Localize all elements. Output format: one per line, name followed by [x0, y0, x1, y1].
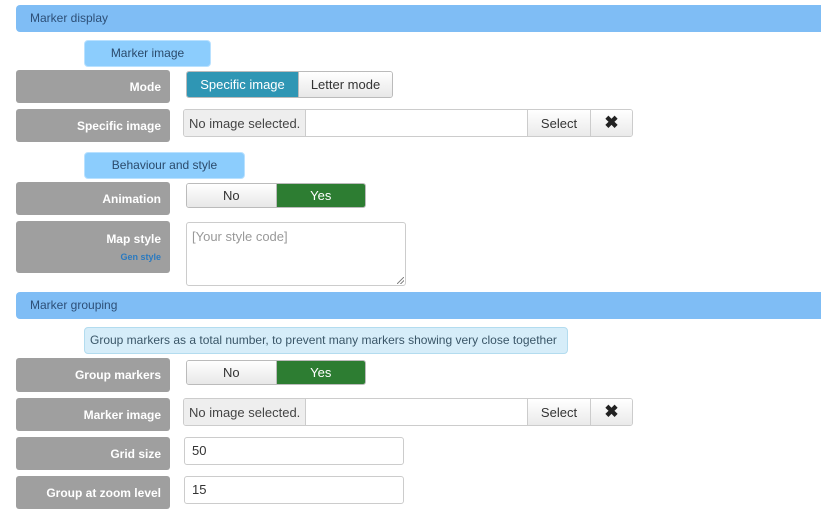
- animation-toggle: No Yes: [186, 183, 366, 208]
- animation-label: Animation: [16, 182, 170, 215]
- marker-image-filename: No image selected.: [184, 399, 306, 425]
- marker-image-clear-icon[interactable]: ✖: [590, 399, 632, 425]
- group-markers-option-no[interactable]: No: [187, 361, 276, 384]
- map-style-label: Map style Gen style: [16, 221, 170, 273]
- section-header-marker-grouping: Marker grouping: [16, 292, 821, 319]
- specific-image-clear-icon[interactable]: ✖: [590, 110, 632, 136]
- specific-image-select-button[interactable]: Select: [527, 110, 590, 136]
- grouping-info-text: Group markers as a total number, to prev…: [84, 327, 568, 354]
- map-style-textarea[interactable]: [Your style code]: [186, 222, 406, 286]
- map-style-placeholder: [Your style code]: [192, 229, 288, 244]
- group-markers-label: Group markers: [16, 358, 170, 392]
- animation-option-yes[interactable]: Yes: [275, 184, 365, 207]
- mode-option-letter-mode[interactable]: Letter mode: [298, 72, 392, 97]
- group-zoom-label: Group at zoom level: [16, 476, 170, 509]
- marker-image-select-button[interactable]: Select: [527, 399, 590, 425]
- map-style-label-text: Map style: [106, 232, 161, 246]
- specific-image-path-field[interactable]: [306, 110, 527, 136]
- marker-image-path-field[interactable]: [306, 399, 527, 425]
- mode-toggle: Specific image Letter mode: [186, 71, 393, 98]
- subheader-behaviour-style: Behaviour and style: [84, 152, 245, 179]
- specific-image-file-input: No image selected. Select ✖: [183, 109, 633, 137]
- grid-size-input[interactable]: 50: [184, 437, 404, 465]
- specific-image-label: Specific image: [16, 109, 170, 142]
- resize-grip-icon[interactable]: [397, 277, 404, 284]
- mode-label: Mode: [16, 70, 170, 103]
- specific-image-filename: No image selected.: [184, 110, 306, 136]
- subheader-marker-image: Marker image: [84, 40, 211, 67]
- gen-style-link[interactable]: Gen style: [120, 252, 161, 262]
- group-zoom-input[interactable]: 15: [184, 476, 404, 504]
- marker-image-file-input: No image selected. Select ✖: [183, 398, 633, 426]
- mode-option-specific-image[interactable]: Specific image: [187, 72, 298, 97]
- animation-option-no[interactable]: No: [187, 184, 276, 207]
- section-header-marker-display: Marker display: [16, 5, 821, 32]
- grid-size-label: Grid size: [16, 437, 170, 470]
- group-markers-toggle: No Yes: [186, 360, 366, 385]
- group-markers-option-yes[interactable]: Yes: [275, 361, 365, 384]
- marker-image-label: Marker image: [16, 398, 170, 431]
